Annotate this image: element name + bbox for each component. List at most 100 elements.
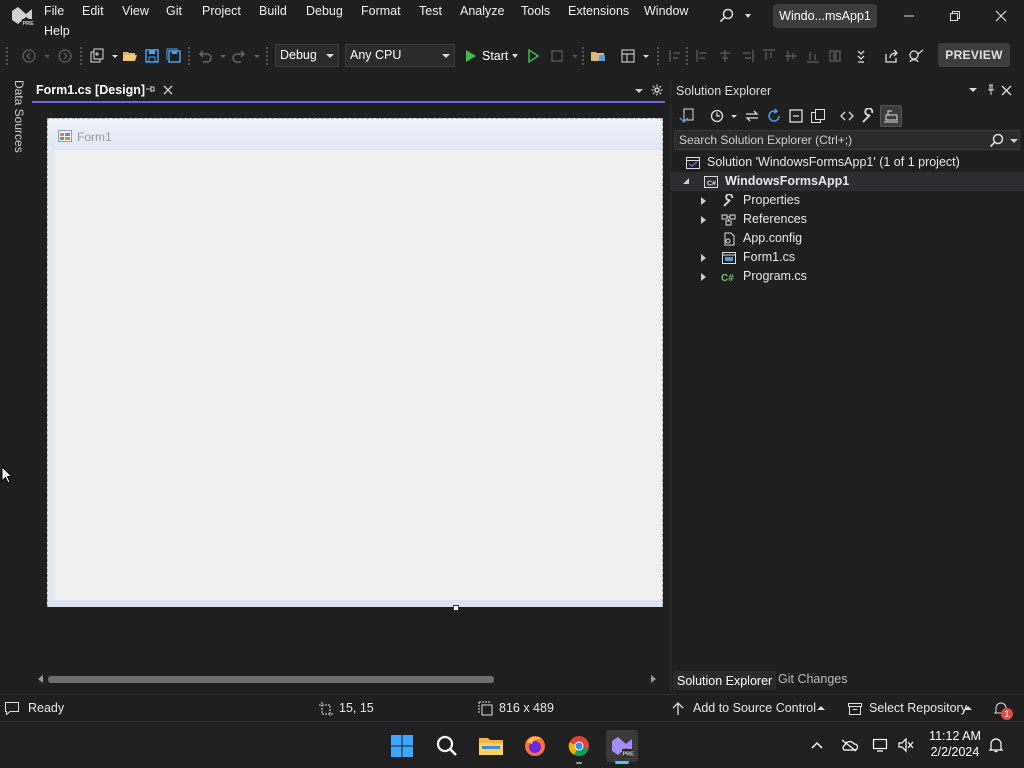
taskbar-visual-studio[interactable]: PRE [606, 730, 638, 762]
scrollbar-thumb[interactable] [48, 676, 494, 683]
toolbar-grip[interactable] [188, 47, 192, 65]
menu-tools[interactable]: Tools [521, 1, 550, 21]
solution-platform-select[interactable]: Any CPU [345, 44, 455, 67]
close-tab-icon[interactable] [162, 84, 174, 96]
tab-git-changes[interactable]: Git Changes [774, 669, 851, 690]
select-repository-button[interactable]: Select Repository [869, 701, 967, 715]
minimize-button[interactable] [887, 4, 931, 28]
scroll-right-arrow-icon[interactable] [651, 675, 656, 683]
view-code-icon[interactable] [838, 107, 856, 125]
gear-icon[interactable] [651, 84, 663, 96]
undo-icon[interactable] [196, 47, 214, 65]
tree-item-project[interactable]: C# WindowsFormsApp1 [671, 172, 1024, 191]
taskbar-firefox[interactable] [519, 730, 551, 762]
toolbar-grip[interactable] [80, 47, 84, 65]
menu-project[interactable]: Project [202, 1, 241, 21]
expander-collapsed-icon[interactable] [701, 254, 706, 262]
notification-center-bell-icon[interactable] [987, 736, 1005, 754]
tree-item-properties[interactable]: Properties [671, 191, 1024, 210]
chevron-down-icon[interactable] [637, 47, 655, 65]
taskbar-search-button[interactable] [431, 730, 463, 762]
navigate-back-icon[interactable] [20, 47, 38, 65]
taskbar-file-explorer[interactable] [475, 730, 507, 762]
switch-views-icon[interactable] [678, 107, 696, 125]
refresh-icon[interactable] [765, 107, 783, 125]
menu-debug[interactable]: Debug [306, 1, 343, 21]
properties-wrench-icon[interactable] [860, 107, 878, 125]
menu-git[interactable]: Git [166, 1, 182, 21]
data-sources-tab[interactable]: Data Sources [6, 80, 26, 153]
solution-explorer-folder-icon[interactable] [589, 47, 607, 65]
network-icon[interactable] [872, 736, 890, 754]
pin-icon[interactable] [985, 84, 997, 96]
align-centers-icon[interactable] [716, 47, 734, 65]
toolbar-grip[interactable] [582, 47, 586, 65]
tab-solution-explorer[interactable]: Solution Explorer [673, 669, 777, 690]
form1-designer-window[interactable]: Form1 [47, 118, 663, 611]
tree-item-form1-cs[interactable]: Form1.cs [671, 248, 1024, 267]
close-icon[interactable] [1001, 85, 1012, 96]
chevron-down-icon[interactable] [248, 47, 266, 65]
align-rights-icon[interactable] [738, 47, 756, 65]
preview-button[interactable]: PREVIEW [938, 43, 1010, 67]
menu-edit[interactable]: Edit [82, 1, 104, 21]
menu-window[interactable]: Window [644, 1, 688, 21]
sync-with-active-document-icon[interactable] [743, 107, 761, 125]
menu-file[interactable]: File [44, 1, 64, 21]
restore-button[interactable] [933, 4, 977, 28]
align-bottoms-icon[interactable] [804, 47, 822, 65]
layout-icon[interactable] [619, 47, 637, 65]
horizontal-scrollbar[interactable] [32, 672, 665, 686]
pin-icon[interactable] [144, 83, 156, 95]
volume-muted-icon[interactable] [897, 736, 915, 754]
menu-format[interactable]: Format [361, 1, 401, 21]
toolbar-grip[interactable] [6, 47, 10, 65]
tree-item-references[interactable]: References [671, 210, 1024, 229]
expander-collapsed-icon[interactable] [701, 216, 706, 224]
toolbar-grip[interactable] [657, 47, 661, 65]
start-debugging-button[interactable]: Start [462, 45, 524, 67]
chevron-down-icon[interactable] [1010, 139, 1018, 143]
scroll-left-arrow-icon[interactable] [38, 675, 43, 683]
windows-start-button[interactable] [386, 730, 418, 762]
taskbar-chrome[interactable] [563, 730, 595, 762]
pending-changes-filter-icon[interactable] [708, 107, 726, 125]
toolbar-grip[interactable] [686, 47, 690, 65]
expander-expanded-icon[interactable] [683, 178, 689, 184]
hot-reload-icon[interactable] [548, 47, 566, 65]
onedrive-offline-icon[interactable] [840, 736, 858, 754]
start-without-debugging-icon[interactable] [524, 47, 542, 65]
collapse-all-icon[interactable] [787, 107, 805, 125]
new-project-icon[interactable] [88, 47, 106, 65]
menu-help[interactable]: Help [44, 21, 70, 41]
align-lefts-icon[interactable] [694, 47, 712, 65]
expander-collapsed-icon[interactable] [701, 273, 706, 281]
align-to-grid-icon[interactable] [666, 47, 684, 65]
designer-surface[interactable]: Form1 [32, 103, 665, 670]
feedback-icon[interactable] [907, 47, 925, 65]
search-icon[interactable] [989, 133, 1005, 149]
form-resize-handle[interactable] [453, 605, 459, 611]
toolbar-grip[interactable] [266, 47, 270, 65]
close-window-button[interactable] [979, 4, 1023, 28]
add-to-source-control-button[interactable]: Add to Source Control [693, 701, 816, 715]
tray-overflow-chevron-up-icon[interactable] [808, 736, 826, 754]
visual-studio-logo-icon[interactable]: PRE [10, 5, 34, 27]
open-folder-icon[interactable] [121, 47, 139, 65]
solution-name-badge[interactable]: Windo...msApp1 [773, 4, 877, 28]
redo-icon[interactable] [230, 47, 248, 65]
tree-item-app-config[interactable]: App.config [671, 229, 1024, 248]
live-share-icon[interactable] [882, 47, 900, 65]
save-all-icon[interactable] [165, 47, 183, 65]
solution-explorer-search-box[interactable] [674, 130, 1020, 150]
navigate-forward-icon[interactable] [56, 47, 74, 65]
document-tab-form1-design[interactable]: Form1.cs [Design] [32, 80, 178, 101]
expander-collapsed-icon[interactable] [701, 197, 706, 205]
tree-item-program-cs[interactable]: C# Program.cs [671, 267, 1024, 286]
preview-selected-items-icon[interactable] [880, 105, 902, 127]
make-same-size-icon[interactable] [826, 47, 844, 65]
solution-explorer-search-input[interactable] [679, 132, 979, 148]
menu-extensions[interactable]: Extensions [568, 1, 629, 21]
menu-test[interactable]: Test [419, 1, 442, 21]
feature-search-button[interactable] [718, 6, 758, 26]
